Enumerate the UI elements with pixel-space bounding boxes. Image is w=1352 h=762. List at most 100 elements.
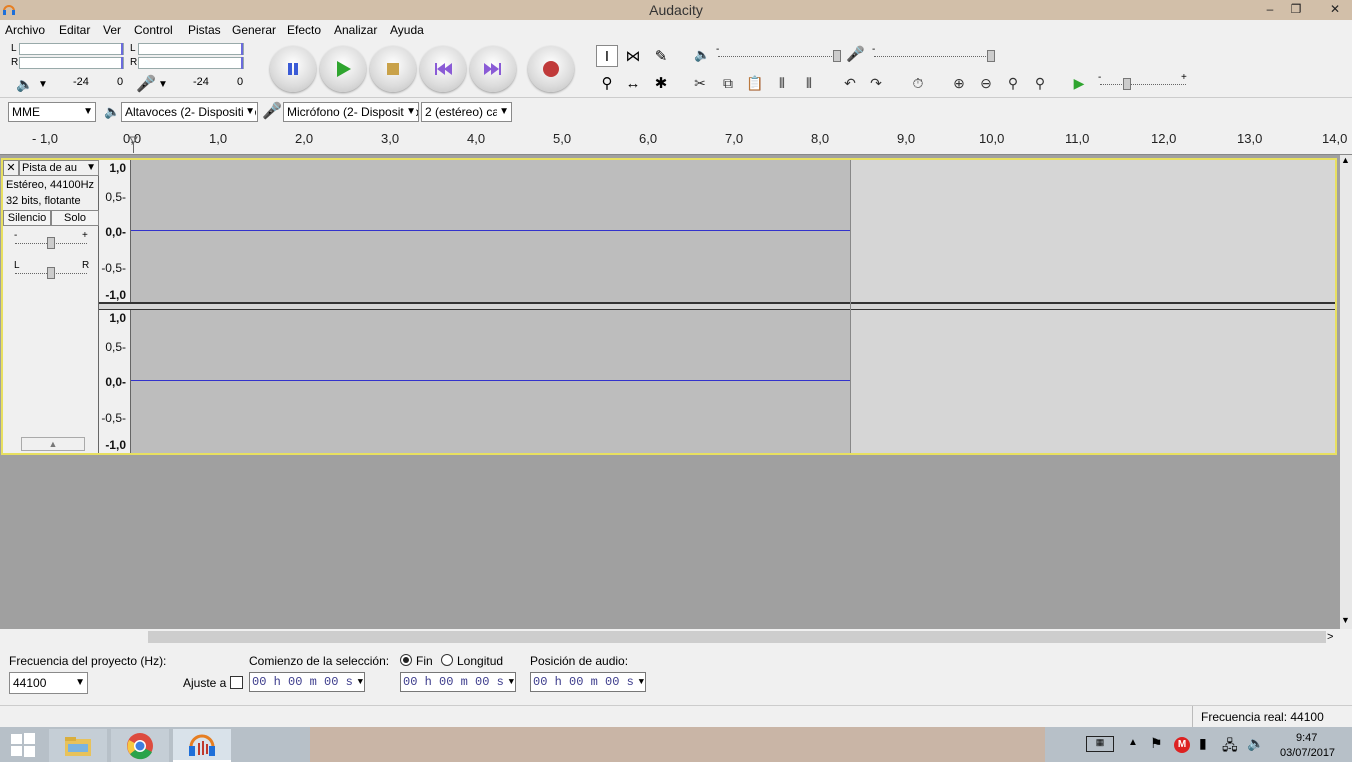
- audio-clip-left-channel[interactable]: [131, 160, 851, 302]
- menu-efecto[interactable]: Efecto: [287, 23, 321, 37]
- track-close-button[interactable]: ✕: [3, 160, 19, 176]
- output-device-select[interactable]: Altavoces (2- Dispositivo ▼: [121, 102, 258, 122]
- chevron-down-icon[interactable]: ▼: [639, 673, 644, 691]
- minimize-button[interactable]: ‒: [1256, 0, 1284, 18]
- volume-icon[interactable]: 🔈: [1247, 735, 1264, 752]
- slider-thumb[interactable]: [987, 50, 995, 62]
- zoom-out-icon[interactable]: ⊖: [974, 72, 998, 94]
- playback-meter-right[interactable]: [19, 57, 124, 69]
- speaker-icon[interactable]: 🔈: [16, 76, 33, 93]
- skip-start-button[interactable]: [420, 46, 466, 92]
- selection-tool-icon[interactable]: I: [596, 45, 618, 67]
- multi-tool-icon[interactable]: ✱: [650, 72, 672, 94]
- input-device-select[interactable]: Micrófono (2- Dispositivo ▼: [283, 102, 419, 122]
- selection-start-time[interactable]: 00 h 00 m 00 s ▼: [249, 672, 365, 692]
- mute-button[interactable]: Silencio: [3, 210, 51, 226]
- menu-pistas[interactable]: Pistas: [188, 23, 221, 37]
- menu-editar[interactable]: Editar: [59, 23, 90, 37]
- paste-icon[interactable]: 📋: [743, 72, 767, 94]
- microphone-icon[interactable]: 🎤: [136, 74, 156, 94]
- project-rate-select[interactable]: 44100 ▼: [9, 672, 88, 694]
- keyboard-icon[interactable]: ▦: [1086, 736, 1114, 752]
- channels-select[interactable]: 2 (estéreo) ca ▼: [421, 102, 512, 122]
- timeline-ruler[interactable]: - 1,0 0,0 1,0 2,0 3,0 4,0 5,0 6,0 7,0 8,…: [0, 127, 1352, 155]
- skip-end-button[interactable]: [470, 46, 516, 92]
- playback-meter-left[interactable]: [19, 43, 124, 55]
- restore-button[interactable]: ❐: [1282, 0, 1310, 18]
- record-volume-slider[interactable]: [874, 56, 992, 57]
- scroll-down-icon[interactable]: ▼: [1341, 615, 1350, 625]
- copy-icon[interactable]: ⧉: [716, 72, 740, 94]
- antivirus-icon[interactable]: M: [1174, 737, 1190, 753]
- pause-button[interactable]: [270, 46, 316, 92]
- draw-tool-icon[interactable]: ✎: [650, 45, 672, 67]
- play-at-speed-icon[interactable]: ▶: [1067, 72, 1091, 94]
- envelope-tool-icon[interactable]: ⋈: [622, 45, 644, 67]
- chevron-down-icon[interactable]: ▼: [38, 79, 48, 90]
- show-hidden-icons[interactable]: ▲: [1128, 737, 1138, 748]
- track-menu-button[interactable]: Pista de au ▼: [19, 160, 99, 176]
- battery-icon[interactable]: ▮: [1199, 735, 1207, 752]
- length-radio-label: Longitud: [457, 654, 504, 668]
- sync-lock-icon[interactable]: ⏱: [906, 72, 930, 94]
- slider-thumb[interactable]: [833, 50, 841, 62]
- network-icon[interactable]: 🖧: [1222, 735, 1238, 759]
- record-meter-left[interactable]: [138, 43, 244, 55]
- zoom-in-icon[interactable]: ⊕: [947, 72, 971, 94]
- audio-clip-right-channel[interactable]: [131, 310, 851, 453]
- selection-end-time[interactable]: 00 h 00 m 00 s ▼: [400, 672, 516, 692]
- menu-ayuda[interactable]: Ayuda: [390, 23, 424, 37]
- record-button[interactable]: [528, 46, 574, 92]
- menu-generar[interactable]: Generar: [232, 23, 276, 37]
- fit-selection-icon[interactable]: ⚲: [1001, 72, 1025, 94]
- input-device-value: Micrófono (2- Dispositivo: [287, 105, 419, 119]
- close-button[interactable]: ✕: [1318, 0, 1352, 18]
- play-button[interactable]: [320, 46, 366, 92]
- clock-date[interactable]: 03/07/2017: [1280, 747, 1335, 759]
- slider-thumb[interactable]: [47, 267, 55, 279]
- ruler-tick-label: 4,0: [467, 131, 486, 146]
- action-center-flag-icon[interactable]: ⚑: [1150, 735, 1163, 752]
- start-button[interactable]: [0, 727, 45, 762]
- track-area[interactable]: ✕ Pista de au ▼ Estéreo, 44100Hz 32 bits…: [0, 155, 1340, 629]
- chevron-down-icon[interactable]: ▼: [158, 79, 168, 90]
- zoom-tool-icon[interactable]: ⚲: [596, 72, 618, 94]
- playback-volume-slider[interactable]: [718, 56, 836, 57]
- file-explorer-icon[interactable]: [49, 729, 107, 762]
- menu-control[interactable]: Control: [134, 23, 173, 37]
- record-meter-right[interactable]: [138, 57, 244, 69]
- chrome-icon[interactable]: [111, 729, 169, 762]
- play-speed-slider[interactable]: [1100, 84, 1186, 85]
- length-radio[interactable]: [441, 654, 453, 666]
- cut-icon[interactable]: ✂: [688, 72, 712, 94]
- scroll-up-icon[interactable]: ▲: [1341, 155, 1350, 165]
- scroll-thumb[interactable]: [148, 631, 1326, 643]
- menu-archivo[interactable]: Archivo: [5, 23, 45, 37]
- chevron-down-icon[interactable]: ▼: [509, 673, 514, 691]
- audio-host-select[interactable]: MME ▼: [8, 102, 96, 122]
- audacity-taskbar-icon[interactable]: [173, 729, 231, 762]
- redo-icon[interactable]: ↷: [864, 72, 888, 94]
- end-radio[interactable]: [400, 654, 412, 666]
- audio-position-time[interactable]: 00 h 00 m 00 s ▼: [530, 672, 646, 692]
- slider-thumb[interactable]: [1123, 78, 1131, 90]
- silence-icon[interactable]: ⦀: [797, 72, 821, 94]
- slider-thumb[interactable]: [47, 237, 55, 249]
- collapse-track-button[interactable]: ▲: [21, 437, 85, 451]
- vertical-scrollbar[interactable]: ▲ ▼: [1340, 155, 1352, 629]
- horizontal-scrollbar[interactable]: [134, 629, 1340, 645]
- fit-project-icon[interactable]: ⚲: [1028, 72, 1052, 94]
- scroll-right-icon[interactable]: >: [1327, 631, 1333, 643]
- stop-button[interactable]: [370, 46, 416, 92]
- trim-icon[interactable]: ⦀: [770, 72, 794, 94]
- channel-separator: [99, 302, 1335, 310]
- menu-ver[interactable]: Ver: [103, 23, 121, 37]
- time-shift-tool-icon[interactable]: ↔: [622, 72, 644, 94]
- snap-checkbox[interactable]: [230, 676, 243, 689]
- audio-track[interactable]: ✕ Pista de au ▼ Estéreo, 44100Hz 32 bits…: [1, 158, 1337, 455]
- clock-time[interactable]: 9:47: [1296, 732, 1317, 744]
- undo-icon[interactable]: ↶: [838, 72, 862, 94]
- menu-analizar[interactable]: Analizar: [334, 23, 377, 37]
- solo-button[interactable]: Solo: [51, 210, 99, 226]
- chevron-down-icon[interactable]: ▼: [358, 673, 363, 691]
